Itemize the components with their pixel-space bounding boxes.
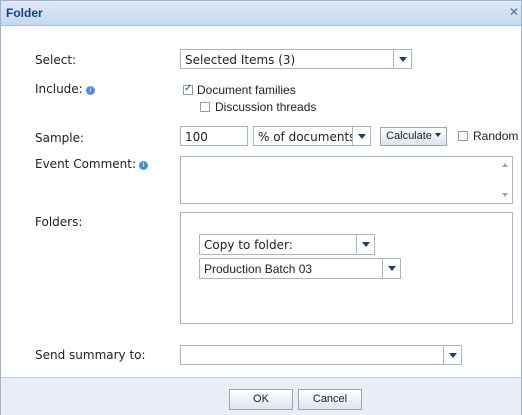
select-value: Selected Items (3) bbox=[185, 53, 296, 67]
include-label: Include: i bbox=[35, 82, 95, 96]
dialog-footer: OK Cancel bbox=[1, 377, 521, 415]
select-dropdown[interactable]: Selected Items (3) bbox=[180, 49, 412, 69]
folder-action-value: Copy to folder: bbox=[204, 238, 293, 252]
chevron-down-icon[interactable] bbox=[352, 127, 370, 145]
ok-button[interactable]: OK bbox=[229, 389, 293, 410]
document-families-checkbox[interactable] bbox=[183, 83, 193, 95]
event-comment-label-text: Event Comment: bbox=[35, 157, 137, 171]
sample-unit-value: % of documents bbox=[258, 130, 356, 144]
chevron-down-icon[interactable] bbox=[356, 235, 374, 254]
document-families-label: Document families bbox=[197, 83, 296, 97]
close-icon[interactable]: ✕ bbox=[509, 5, 519, 19]
cancel-button[interactable]: Cancel bbox=[298, 389, 362, 410]
title-bar: Folder ✕ bbox=[1, 1, 521, 26]
discussion-threads-label: Discussion threads bbox=[215, 100, 317, 114]
folders-label: Folders: bbox=[35, 215, 83, 229]
event-comment-label: Event Comment: i bbox=[35, 157, 149, 171]
info-icon[interactable]: i bbox=[139, 161, 149, 170]
sample-size-value: 100 bbox=[185, 130, 208, 144]
folder-action-dropdown[interactable]: Copy to folder: bbox=[199, 234, 375, 255]
calculate-label: Calculate bbox=[386, 130, 432, 142]
sample-size-input[interactable]: 100 bbox=[180, 126, 248, 146]
scroll-up-icon[interactable] bbox=[502, 163, 508, 167]
include-label-text: Include: bbox=[35, 82, 83, 96]
random-checkbox[interactable] bbox=[458, 131, 468, 141]
send-summary-label: Send summary to: bbox=[35, 348, 146, 362]
sample-label: Sample: bbox=[35, 131, 85, 145]
info-icon[interactable]: i bbox=[85, 86, 95, 95]
select-label: Select: bbox=[35, 53, 77, 67]
caret-down-icon bbox=[434, 133, 441, 137]
discussion-threads-checkbox[interactable] bbox=[200, 102, 210, 112]
sample-unit-dropdown[interactable]: % of documents bbox=[253, 126, 371, 146]
chevron-down-icon[interactable] bbox=[393, 50, 411, 68]
chevron-down-icon[interactable] bbox=[382, 259, 400, 278]
chevron-down-icon[interactable] bbox=[443, 346, 461, 364]
folder-dialog: Folder ✕ Select: Selected Items (3) Incl… bbox=[0, 0, 522, 415]
random-label: Random bbox=[473, 129, 519, 143]
event-comment-textarea[interactable] bbox=[180, 156, 513, 204]
folders-panel: Copy to folder: Production Batch 03 bbox=[180, 212, 513, 324]
scroll-down-icon[interactable] bbox=[502, 193, 508, 197]
folder-picker-dropdown[interactable]: Production Batch 03 bbox=[199, 258, 401, 279]
dialog-title: Folder bbox=[6, 6, 43, 20]
folder-picker-value: Production Batch 03 bbox=[204, 262, 313, 276]
scrollbar[interactable] bbox=[498, 157, 512, 203]
send-summary-dropdown[interactable] bbox=[180, 345, 462, 365]
calculate-button[interactable]: Calculate bbox=[380, 127, 447, 146]
